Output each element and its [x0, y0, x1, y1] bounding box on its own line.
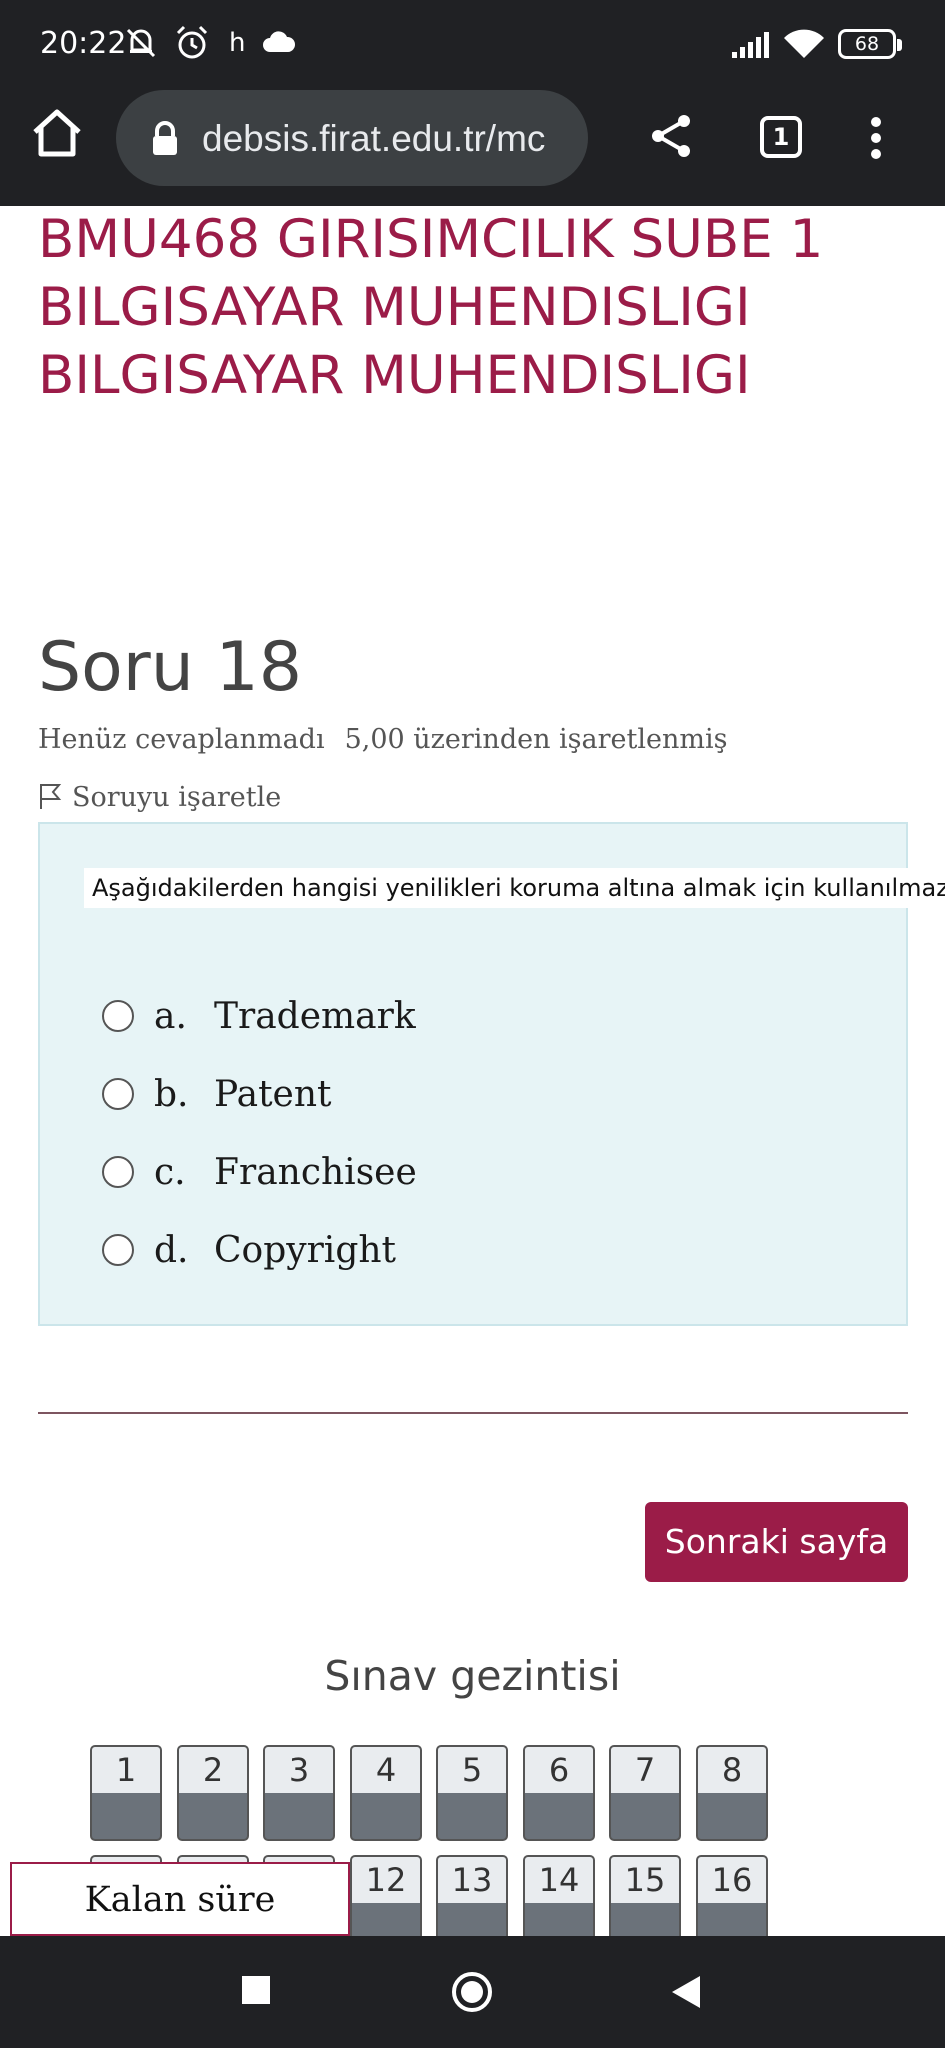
- url-text: debsis.firat.edu.tr/mc: [202, 118, 546, 159]
- answer-letter: c.: [154, 1151, 186, 1193]
- quiz-nav-number: 5: [438, 1747, 506, 1793]
- quiz-nav-button[interactable]: 1: [90, 1745, 162, 1841]
- quiz-nav-button[interactable]: 2: [177, 1745, 249, 1841]
- flag-question-label: Soruyu işaretle: [72, 782, 282, 813]
- answer-letter: d.: [154, 1229, 189, 1271]
- radio-button[interactable]: [102, 1078, 134, 1110]
- tab-switcher-button[interactable]: 1: [760, 116, 802, 158]
- course-heading: BMU468 GIRISIMCILIK SUBE 1 BILGISAYAR MU…: [38, 206, 918, 410]
- lock-icon: [153, 121, 177, 155]
- answer-option-b[interactable]: b. Patent: [102, 1064, 332, 1124]
- back-icon[interactable]: [670, 1974, 702, 2010]
- quiz-nav-number: 3: [265, 1747, 333, 1793]
- address-bar[interactable]: debsis.firat.edu.tr/mc: [116, 90, 588, 186]
- muted-bell-icon: [126, 28, 156, 58]
- radio-button[interactable]: [102, 1000, 134, 1032]
- quiz-nav-number: 16: [698, 1857, 766, 1903]
- recent-apps-icon[interactable]: [241, 1975, 271, 2005]
- answer-letter: b.: [154, 1073, 189, 1115]
- quiz-nav-number: 14: [525, 1857, 593, 1903]
- quiz-nav-number: 15: [611, 1857, 679, 1903]
- answer-text: Copyright: [214, 1229, 397, 1271]
- quiz-nav-number: 12: [352, 1857, 420, 1903]
- quiz-nav-button[interactable]: 6: [523, 1745, 595, 1841]
- quiz-nav-button[interactable]: 5: [436, 1745, 508, 1841]
- system-navigation-bar: [0, 1936, 945, 2048]
- network-type-indicator: h: [229, 28, 246, 58]
- flag-question-link[interactable]: Soruyu işaretle: [38, 782, 281, 813]
- department-line: BILGISAYAR MUHENDISLIGI: [38, 345, 751, 406]
- section-divider: [38, 1412, 908, 1414]
- quiz-nav-number: 7: [611, 1747, 679, 1793]
- department-line: BILGISAYAR MUHENDISLIGI: [38, 277, 751, 338]
- quiz-nav-number: 13: [438, 1857, 506, 1903]
- answer-text: Franchisee: [214, 1151, 417, 1193]
- question-status: Henüz cevaplanmadı 5,00 üzerinden işaretl…: [38, 724, 727, 755]
- share-icon[interactable]: [650, 113, 694, 159]
- radio-button[interactable]: [102, 1156, 134, 1188]
- radio-button[interactable]: [102, 1234, 134, 1266]
- answer-option-c[interactable]: c. Franchisee: [102, 1142, 417, 1202]
- signal-icon: [732, 32, 769, 58]
- status-bar: 20:22 h 68: [0, 0, 945, 86]
- more-options-icon[interactable]: [868, 116, 884, 160]
- quiz-nav-number: 4: [352, 1747, 420, 1793]
- quiz-nav-number: 2: [179, 1747, 247, 1793]
- question-grade: 5,00 üzerinden işaretlenmiş: [344, 724, 728, 755]
- quiz-nav-button[interactable]: 8: [696, 1745, 768, 1841]
- flag-icon: [40, 784, 62, 809]
- question-box: Aşağıdakilerden hangisi yenilikleri koru…: [38, 822, 945, 1326]
- home-circle-icon[interactable]: [450, 1970, 494, 2014]
- quiz-nav-button[interactable]: 4: [350, 1745, 422, 1841]
- wifi-icon: [784, 29, 824, 58]
- next-page-button[interactable]: Sonraki sayfa: [645, 1502, 908, 1582]
- answer-text: Trademark: [214, 995, 416, 1037]
- course-title: BMU468 GIRISIMCILIK SUBE 1: [38, 209, 824, 270]
- answer-state: Henüz cevaplanmadı: [38, 724, 325, 755]
- answer-option-a[interactable]: a. Trademark: [102, 986, 416, 1046]
- time-remaining: Kalan süre 0:02:30: [10, 1862, 350, 1992]
- alarm-icon: [176, 25, 208, 59]
- battery-indicator: 68: [838, 29, 902, 59]
- quiz-nav-button[interactable]: 7: [609, 1745, 681, 1841]
- answer-option-d[interactable]: d. Copyright: [102, 1220, 396, 1280]
- answer-letter: a.: [154, 995, 187, 1037]
- quiz-nav-number: 6: [525, 1747, 593, 1793]
- question-title: Soru 18: [38, 628, 302, 707]
- question-text: Aşağıdakilerden hangisi yenilikleri koru…: [84, 868, 945, 908]
- quiz-nav-number: 1: [92, 1747, 160, 1793]
- quiz-nav-number: 8: [698, 1747, 766, 1793]
- home-icon[interactable]: [30, 108, 84, 158]
- cloud-icon: [263, 31, 296, 52]
- browser-chrome: 20:22 h 68 debsis.firat.edu.tr/mc 1: [0, 0, 945, 206]
- quiz-nav-button[interactable]: 3: [263, 1745, 335, 1841]
- quiz-navigation-title: Sınav gezintisi: [324, 1652, 621, 1700]
- status-time: 20:22: [40, 26, 127, 61]
- answer-text: Patent: [214, 1073, 332, 1115]
